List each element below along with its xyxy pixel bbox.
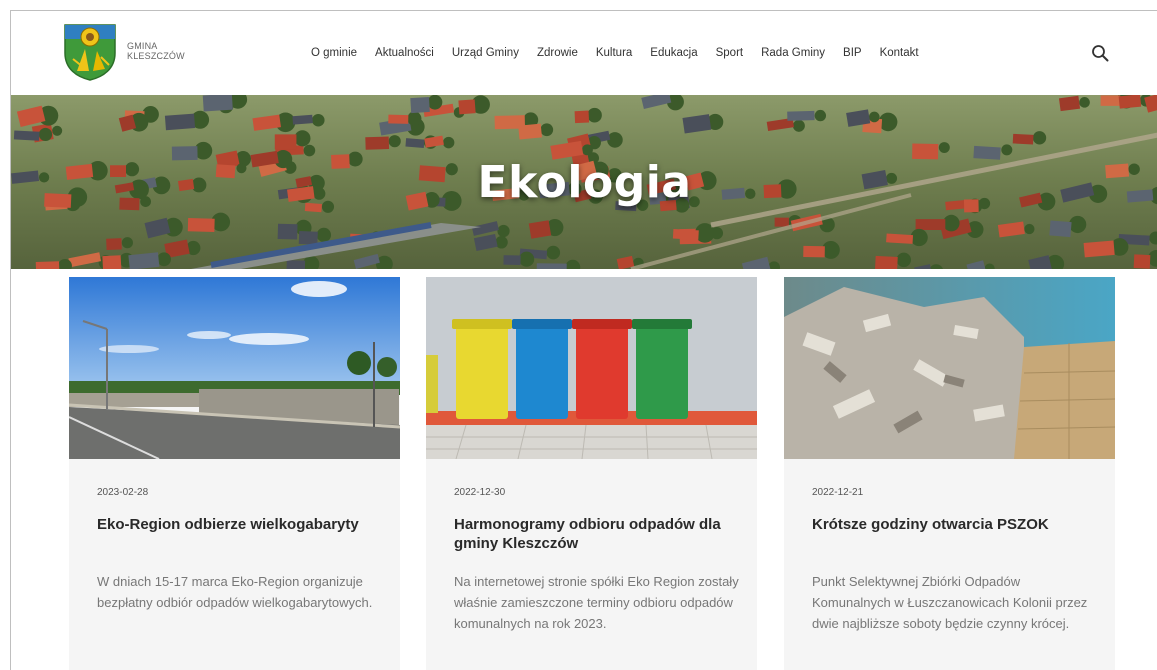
card-excerpt: Punkt Selektywnej Zbiórki Odpadów Komuna… [812,574,1088,631]
site-header: GMINA KLESZCZÓW O gminie Aktualności Urz… [11,11,1157,95]
nav-item-kultura[interactable]: Kultura [596,47,632,59]
card-title[interactable]: Eko-Region odbierze wielkogabaryty [97,515,377,534]
nav-item-urzad-gminy[interactable]: Urząd Gminy [452,47,519,59]
card-image-road[interactable] [69,277,400,459]
nav-item-kontakt[interactable]: Kontakt [880,47,919,59]
card-excerpt: W dniach 15-17 marca Eko-Region organizu… [97,574,373,610]
card-date: 2023-02-28 [97,487,149,498]
nav-item-bip[interactable]: BIP [843,47,862,59]
news-card-1[interactable]: 2023-02-28 Eko-Region odbierze wielkogab… [69,277,400,670]
brand-line1: GMINA [127,41,158,51]
card-date: 2022-12-30 [454,487,506,498]
main-nav: O gminie Aktualności Urząd Gminy Zdrowie… [311,11,937,95]
card-title[interactable]: Krótsze godziny otwarcia PSZOK [812,515,1092,534]
news-card-2[interactable]: 2022-12-30 Harmonogramy odbioru odpadów … [426,277,757,670]
coat-of-arms-logo[interactable] [63,23,117,81]
card-date: 2022-12-21 [812,487,864,498]
nav-item-aktualnosci[interactable]: Aktualności [375,47,434,59]
card-image-bins[interactable] [426,277,757,459]
brand-name[interactable]: GMINA KLESZCZÓW [127,41,185,61]
card-title[interactable]: Harmonogramy odbioru odpadów dla gminy K… [454,515,734,553]
card-excerpt: Na internetowej stronie spółki Eko Regio… [454,574,739,631]
nav-item-zdrowie[interactable]: Zdrowie [537,47,578,59]
card-image-waste[interactable] [784,277,1115,459]
hero-title: Ekologia [477,157,692,208]
page-frame: GMINA KLESZCZÓW O gminie Aktualności Urz… [10,10,1157,670]
nav-item-o-gminie[interactable]: O gminie [311,47,357,59]
news-card-3[interactable]: 2022-12-21 Krótsze godziny otwarcia PSZO… [784,277,1115,670]
hero-banner: Ekologia [11,95,1157,269]
search-icon[interactable] [1091,44,1109,62]
nav-item-sport[interactable]: Sport [716,47,744,59]
brand-line2: KLESZCZÓW [127,51,185,61]
nav-item-rada-gminy[interactable]: Rada Gminy [761,47,825,59]
nav-item-edukacja[interactable]: Edukacja [650,47,697,59]
